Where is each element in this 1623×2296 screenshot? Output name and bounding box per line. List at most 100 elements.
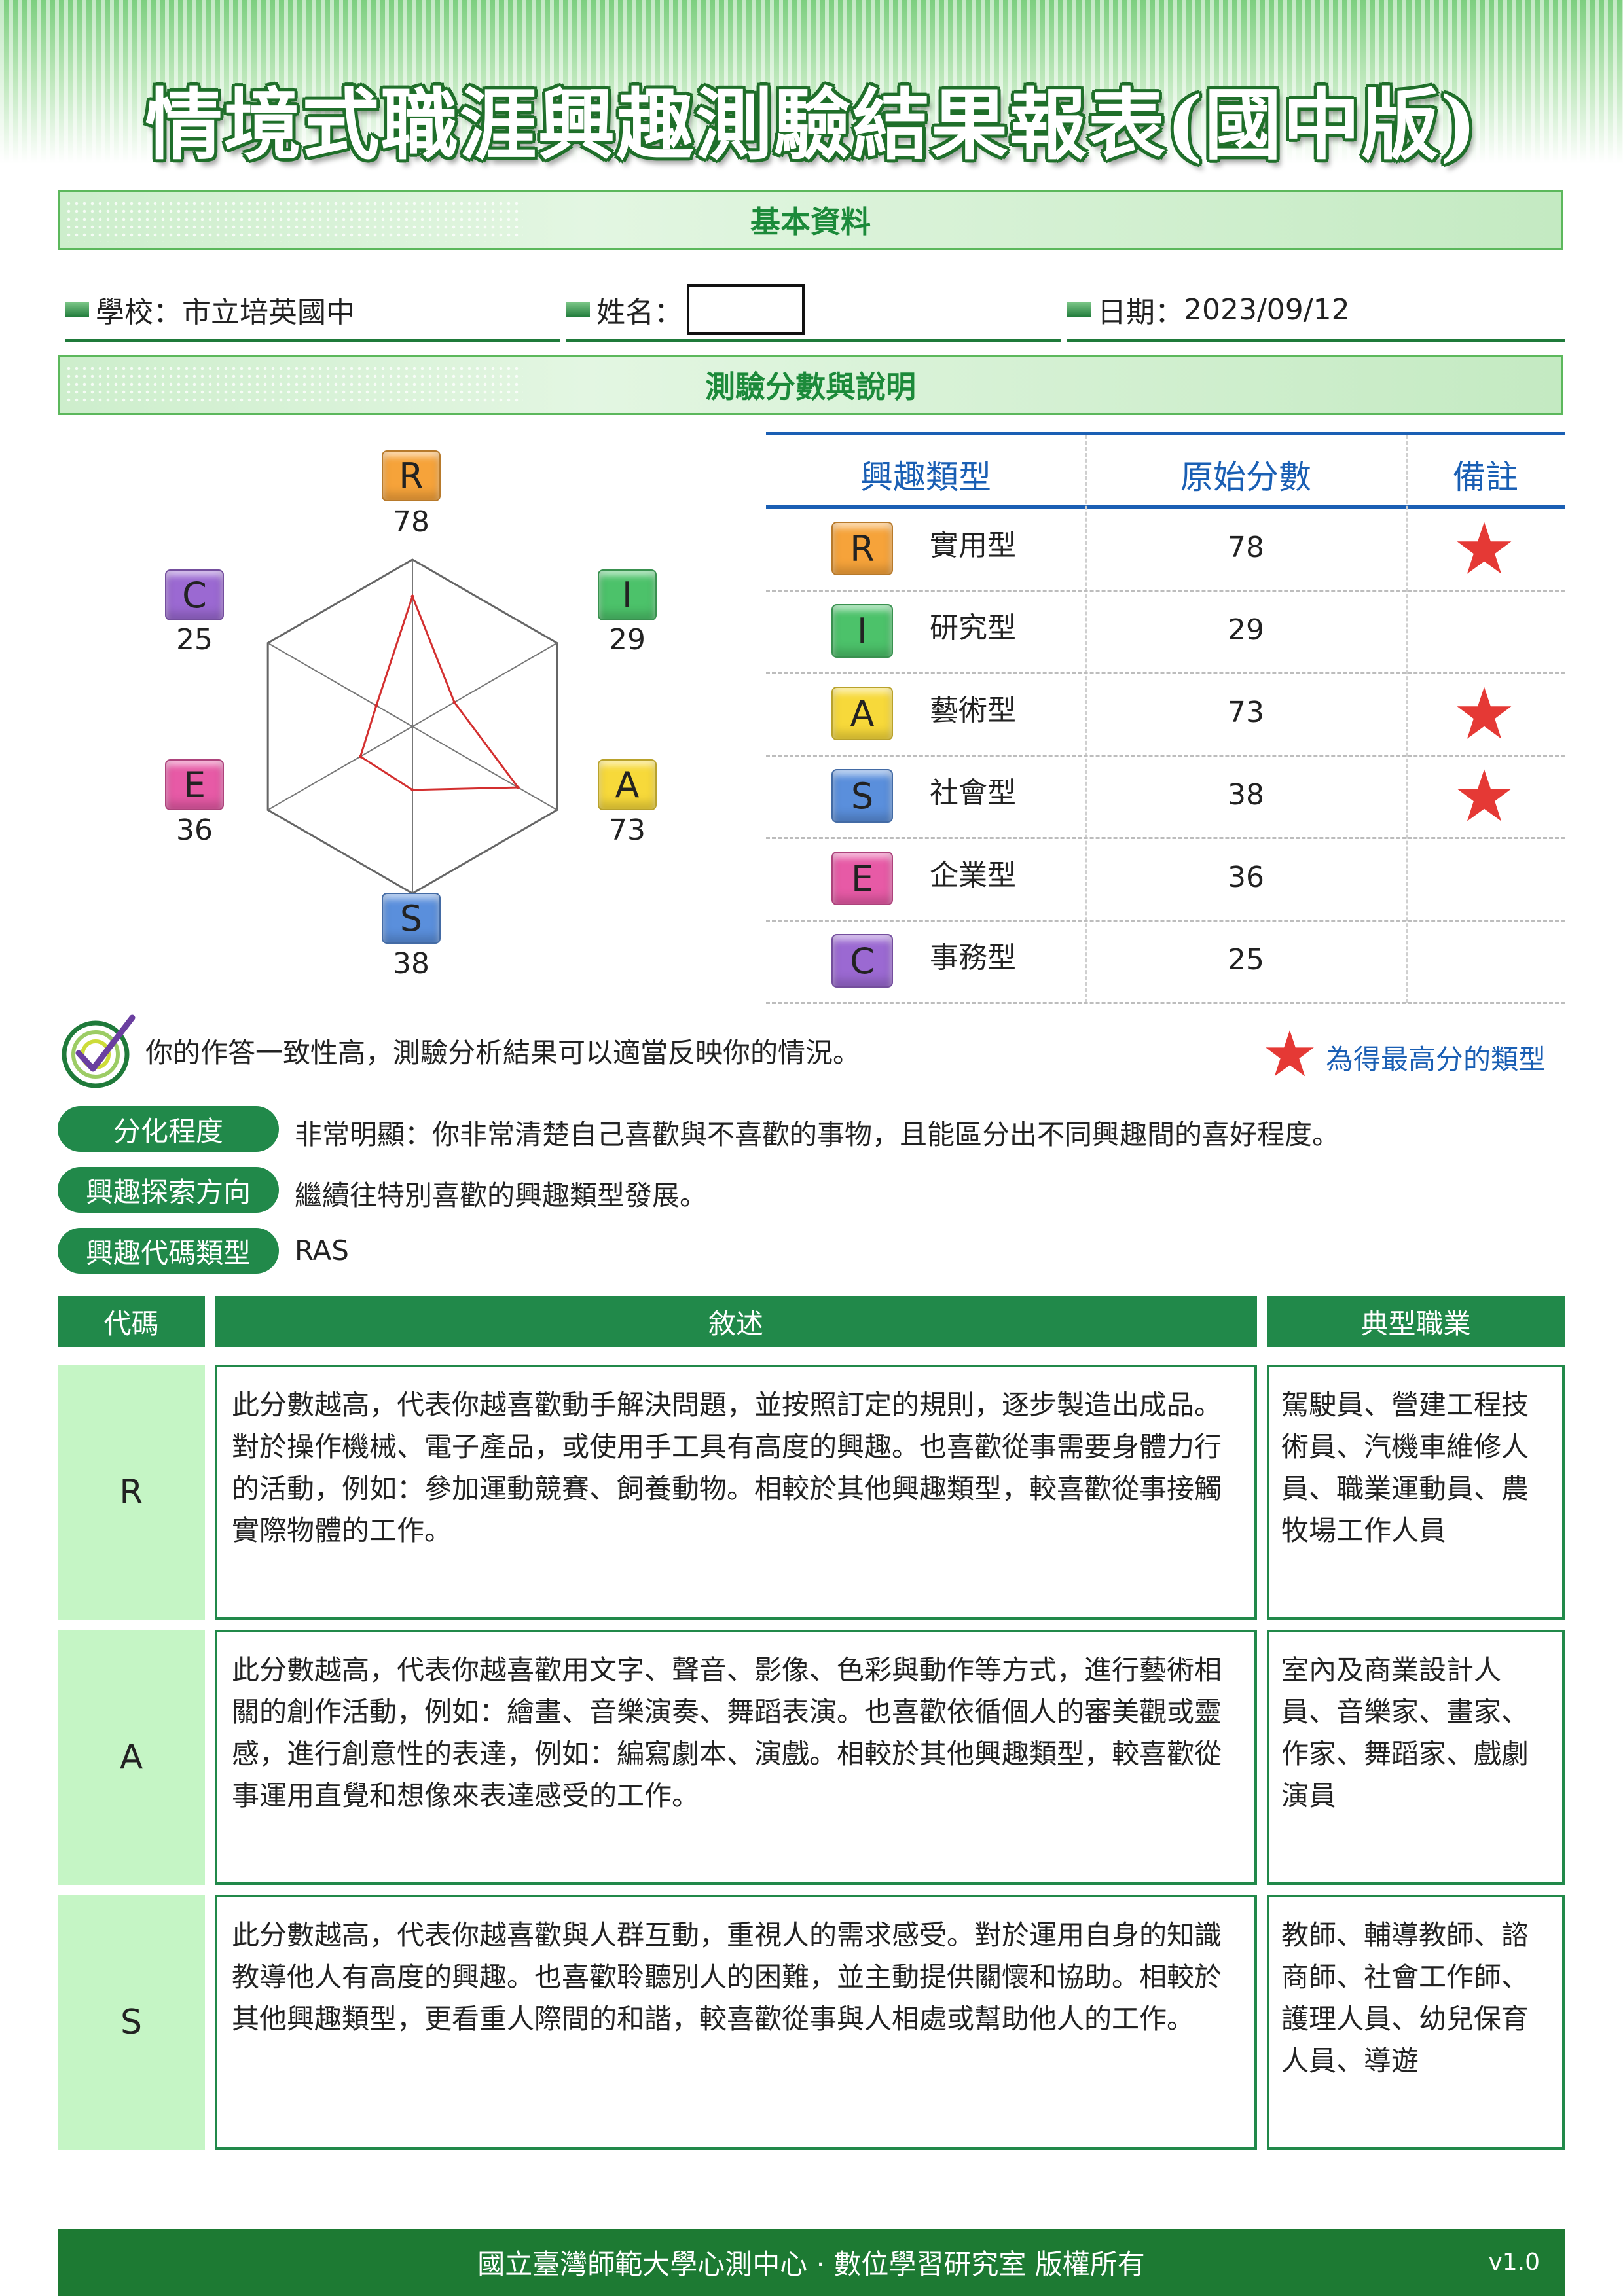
score-code-s: S bbox=[831, 769, 893, 823]
star-icon bbox=[1457, 522, 1512, 574]
desc-text-cell: 此分數越高，代表你越喜歡動手解決問題，並按照訂定的規則，逐步製造出成品。對於操作… bbox=[215, 1365, 1257, 1620]
score-value: 78 bbox=[1228, 531, 1264, 564]
copyright-text: 國立臺灣師範大學心測中心 · 數位學習研究室 版權所有 bbox=[477, 2248, 1145, 2280]
name-field: 姓名： bbox=[566, 280, 1061, 342]
score-value: 73 bbox=[1228, 696, 1264, 729]
score-value: 29 bbox=[1228, 613, 1264, 647]
radar-point-s bbox=[410, 788, 414, 792]
desc-header-code: 代碼 bbox=[58, 1296, 205, 1347]
check-badge-icon bbox=[62, 1014, 136, 1088]
radar-value-s: 38 bbox=[393, 947, 429, 980]
radar-value-r: 78 bbox=[393, 505, 429, 539]
radar-series-line bbox=[359, 593, 520, 791]
radar-label-e: E bbox=[165, 759, 224, 810]
radar-point-i bbox=[452, 700, 456, 704]
radar-axis-a bbox=[412, 726, 558, 811]
school-field: 學校： 市立培英國中 bbox=[65, 280, 560, 342]
score-row-divider bbox=[766, 920, 1565, 922]
score-row-divider bbox=[766, 1002, 1565, 1004]
section-title: 測驗分數與說明 bbox=[705, 369, 916, 404]
bullet-icon bbox=[566, 302, 590, 317]
footer: 國立臺灣師範大學心測中心 · 數位學習研究室 版權所有 v1.0 bbox=[58, 2229, 1565, 2296]
radar-label-c: C bbox=[165, 569, 224, 620]
radar-axis-c bbox=[267, 642, 413, 727]
score-row-divider bbox=[766, 755, 1565, 757]
date-field: 日期： 2023/09/12 bbox=[1067, 280, 1565, 342]
score-table-divider bbox=[1406, 435, 1408, 1003]
radar-chart bbox=[266, 558, 558, 895]
desc-code-cell: R bbox=[58, 1365, 205, 1620]
score-header-note: 備註 bbox=[1453, 458, 1518, 496]
jobs-cell: 教師、輔導教師、諮商師、社會工作師、護理人員、幼兒保育人員、導遊 bbox=[1267, 1895, 1565, 2150]
pill-differentiation: 分化程度 bbox=[58, 1106, 279, 1152]
pill-interest-code: 興趣代碼類型 bbox=[58, 1228, 279, 1274]
star-icon bbox=[1266, 1030, 1314, 1077]
score-table-top-rule bbox=[766, 432, 1565, 435]
section-basic-info: 基本資料 bbox=[58, 190, 1563, 250]
radar-label-s: S bbox=[382, 893, 441, 944]
school-label: 學校： bbox=[96, 296, 182, 329]
desc-header-desc: 敘述 bbox=[215, 1296, 1257, 1347]
radar-label-a: A bbox=[598, 759, 657, 810]
radar-point-a bbox=[516, 785, 520, 789]
exploration-text: 繼續往特別喜歡的興趣類型發展。 bbox=[295, 1179, 708, 1211]
section-title: 基本資料 bbox=[750, 204, 871, 240]
desc-header-jobs: 典型職業 bbox=[1267, 1296, 1565, 1347]
consistency-text: 你的作答一致性高，測驗分析結果可以適當反映你的情況。 bbox=[145, 1037, 861, 1069]
score-code-i: I bbox=[831, 604, 893, 658]
radar-value-i: 29 bbox=[609, 623, 646, 656]
score-code-e: E bbox=[831, 852, 893, 905]
bullet-icon bbox=[65, 302, 89, 317]
score-table-divider bbox=[1085, 435, 1087, 1003]
score-type-name: 實用型 bbox=[930, 529, 1016, 562]
pill-exploration: 興趣探索方向 bbox=[58, 1167, 279, 1213]
report-title: 情境式職涯興趣測驗結果報表(國中版) bbox=[145, 79, 1478, 170]
score-row-divider bbox=[766, 590, 1565, 592]
date-value: 2023/09/12 bbox=[1184, 293, 1350, 327]
radar-axis-i bbox=[412, 642, 558, 727]
score-value: 36 bbox=[1228, 861, 1264, 894]
radar-value-e: 36 bbox=[176, 814, 213, 847]
score-row-divider bbox=[766, 837, 1565, 839]
star-icon bbox=[1457, 769, 1512, 821]
interest-code-text: RAS bbox=[295, 1234, 349, 1266]
score-type-name: 藝術型 bbox=[930, 694, 1016, 727]
jobs-cell: 駕駛員、營建工程技術員、汽機車維修人員、職業運動員、農牧場工作人員 bbox=[1267, 1365, 1565, 1620]
date-label: 日期： bbox=[1097, 296, 1184, 329]
score-value: 38 bbox=[1228, 778, 1264, 812]
radar-label-r: R bbox=[382, 450, 441, 501]
radar-point-e bbox=[358, 755, 362, 759]
score-value: 25 bbox=[1228, 943, 1264, 977]
school-value: 市立培英國中 bbox=[182, 296, 355, 329]
score-row-divider bbox=[766, 672, 1565, 674]
radar-point-r bbox=[410, 594, 414, 598]
radar-value-c: 25 bbox=[176, 623, 213, 656]
radar-point-c bbox=[374, 704, 378, 708]
score-type-name: 社會型 bbox=[930, 776, 1016, 810]
score-code-a: A bbox=[831, 687, 893, 740]
desc-code-cell: S bbox=[58, 1895, 205, 2150]
score-header-raw: 原始分數 bbox=[1180, 458, 1311, 496]
score-type-name: 企業型 bbox=[930, 859, 1016, 892]
score-code-c: C bbox=[831, 934, 893, 988]
name-box bbox=[687, 284, 805, 335]
score-code-r: R bbox=[831, 522, 893, 575]
radar-label-i: I bbox=[598, 569, 657, 620]
radar-axis-e bbox=[267, 726, 413, 811]
version-text: v1.0 bbox=[1488, 2249, 1540, 2276]
name-label: 姓名： bbox=[596, 296, 683, 329]
legend-text: 為得最高分的類型 bbox=[1326, 1043, 1546, 1075]
score-type-name: 研究型 bbox=[930, 611, 1016, 645]
differentiation-text: 非常明顯：你非常清楚自己喜歡與不喜歡的事物，且能區分出不同興趣間的喜好程度。 bbox=[295, 1119, 1340, 1151]
jobs-cell: 室內及商業設計人員、音樂家、畫家、作家、舞蹈家、戲劇演員 bbox=[1267, 1630, 1565, 1885]
desc-text-cell: 此分數越高，代表你越喜歡與人群互動，重視人的需求感受。對於運用自身的知識教導他人… bbox=[215, 1895, 1257, 2150]
score-type-name: 事務型 bbox=[930, 941, 1016, 975]
desc-code-cell: A bbox=[58, 1630, 205, 1885]
score-header-type: 興趣類型 bbox=[860, 458, 991, 496]
section-scores: 測驗分數與說明 bbox=[58, 355, 1563, 415]
desc-text-cell: 此分數越高，代表你越喜歡用文字、聲音、影像、色彩與動作等方式，進行藝術相關的創作… bbox=[215, 1630, 1257, 1885]
score-table-header-rule bbox=[766, 505, 1565, 509]
star-icon bbox=[1457, 687, 1512, 739]
bullet-icon bbox=[1067, 302, 1091, 317]
radar-value-a: 73 bbox=[609, 814, 646, 847]
